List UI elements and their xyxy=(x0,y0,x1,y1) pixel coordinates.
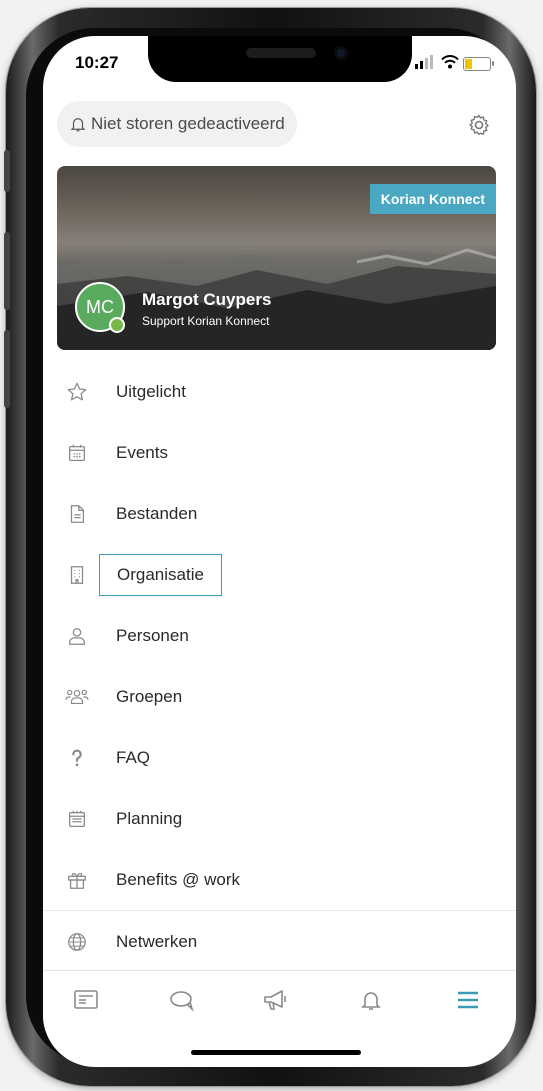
star-icon xyxy=(65,380,89,404)
menu-item-label: Events xyxy=(116,442,168,462)
question-icon xyxy=(65,746,89,770)
menu-item-label: Uitgelicht xyxy=(116,381,186,401)
status-time: 10:27 xyxy=(75,53,119,72)
menu-item-uitgelicht[interactable]: Uitgelicht xyxy=(43,361,516,422)
mute-switch xyxy=(4,150,10,192)
menu-item-label: FAQ xyxy=(116,747,151,767)
do-not-disturb-label: Niet storen gedeactiveerd xyxy=(91,114,285,133)
megaphone-icon xyxy=(264,990,286,1010)
person-icon xyxy=(65,624,89,648)
menu-item-label: Netwerken xyxy=(116,931,198,951)
bell-icon xyxy=(361,992,381,1010)
menu-item-label: Planning xyxy=(116,808,183,828)
menu-item-bestanden[interactable]: Bestanden xyxy=(43,483,516,544)
menu-icon xyxy=(458,991,478,1009)
menu-item-personen[interactable]: Personen xyxy=(43,605,516,666)
profile-banner[interactable]: Korian Konnect MC Margot Cuypers Support… xyxy=(57,166,496,350)
menu-item-organisatie[interactable]: Organisatie xyxy=(43,544,516,605)
user-role: Support Korian Konnect xyxy=(142,314,270,328)
menu-item-label: Benefits @ work xyxy=(116,869,241,889)
tab-bar xyxy=(43,970,516,1031)
home-indicator xyxy=(191,1050,361,1055)
building-icon xyxy=(65,563,89,587)
community-tag: Korian Konnect xyxy=(369,184,496,214)
battery-tip xyxy=(492,61,494,66)
tab-menu[interactable] xyxy=(453,985,483,1015)
tab-chat[interactable] xyxy=(167,985,197,1015)
camera xyxy=(334,46,348,60)
speaker xyxy=(246,48,316,58)
menu-item-label: Groepen xyxy=(116,686,183,706)
menu-item-faq[interactable]: FAQ xyxy=(43,727,516,788)
notch xyxy=(148,36,412,82)
gear-icon[interactable] xyxy=(467,113,491,137)
menu-item-benefits[interactable]: Benefits @ work xyxy=(43,849,516,910)
menu-item-events[interactable]: Events xyxy=(43,422,516,483)
wifi-icon xyxy=(441,55,459,69)
signal-bar xyxy=(430,55,433,69)
planning-icon xyxy=(65,807,89,831)
menu-item-label: Organisatie xyxy=(99,553,222,596)
signal-bar xyxy=(420,61,423,69)
tab-news[interactable] xyxy=(71,985,101,1015)
do-not-disturb-button[interactable]: Niet storen gedeactiveerd xyxy=(57,101,297,147)
battery-icon xyxy=(463,57,491,71)
navigation-menu: Uitgelicht Events Bestanden Organisatie … xyxy=(43,361,516,972)
bell-icon xyxy=(70,118,86,132)
menu-item-groepen[interactable]: Groepen xyxy=(43,666,516,727)
volume-up-button xyxy=(4,232,10,310)
chat-icon xyxy=(170,991,194,1012)
news-icon xyxy=(74,990,98,1009)
app-screen: 10:27 Niet storen gedeactiveerd Korian K… xyxy=(43,36,516,1067)
status-icons xyxy=(413,54,503,72)
user-name: Margot Cuypers xyxy=(142,290,272,309)
tab-announcements[interactable] xyxy=(261,985,291,1015)
group-icon xyxy=(65,685,89,709)
document-icon xyxy=(65,502,89,526)
signal-icon xyxy=(415,64,418,69)
signal-bar xyxy=(425,58,428,69)
volume-down-button xyxy=(4,330,10,408)
menu-item-planning[interactable]: Planning xyxy=(43,788,516,849)
menu-item-label: Personen xyxy=(116,625,189,645)
menu-item-label: Bestanden xyxy=(116,503,198,523)
gift-icon xyxy=(65,868,89,892)
calendar-icon xyxy=(65,441,89,465)
globe-icon xyxy=(65,930,89,954)
menu-item-netwerken[interactable]: Netwerken xyxy=(43,911,516,972)
tab-notifications[interactable] xyxy=(356,985,386,1015)
online-status-indicator xyxy=(109,317,125,333)
